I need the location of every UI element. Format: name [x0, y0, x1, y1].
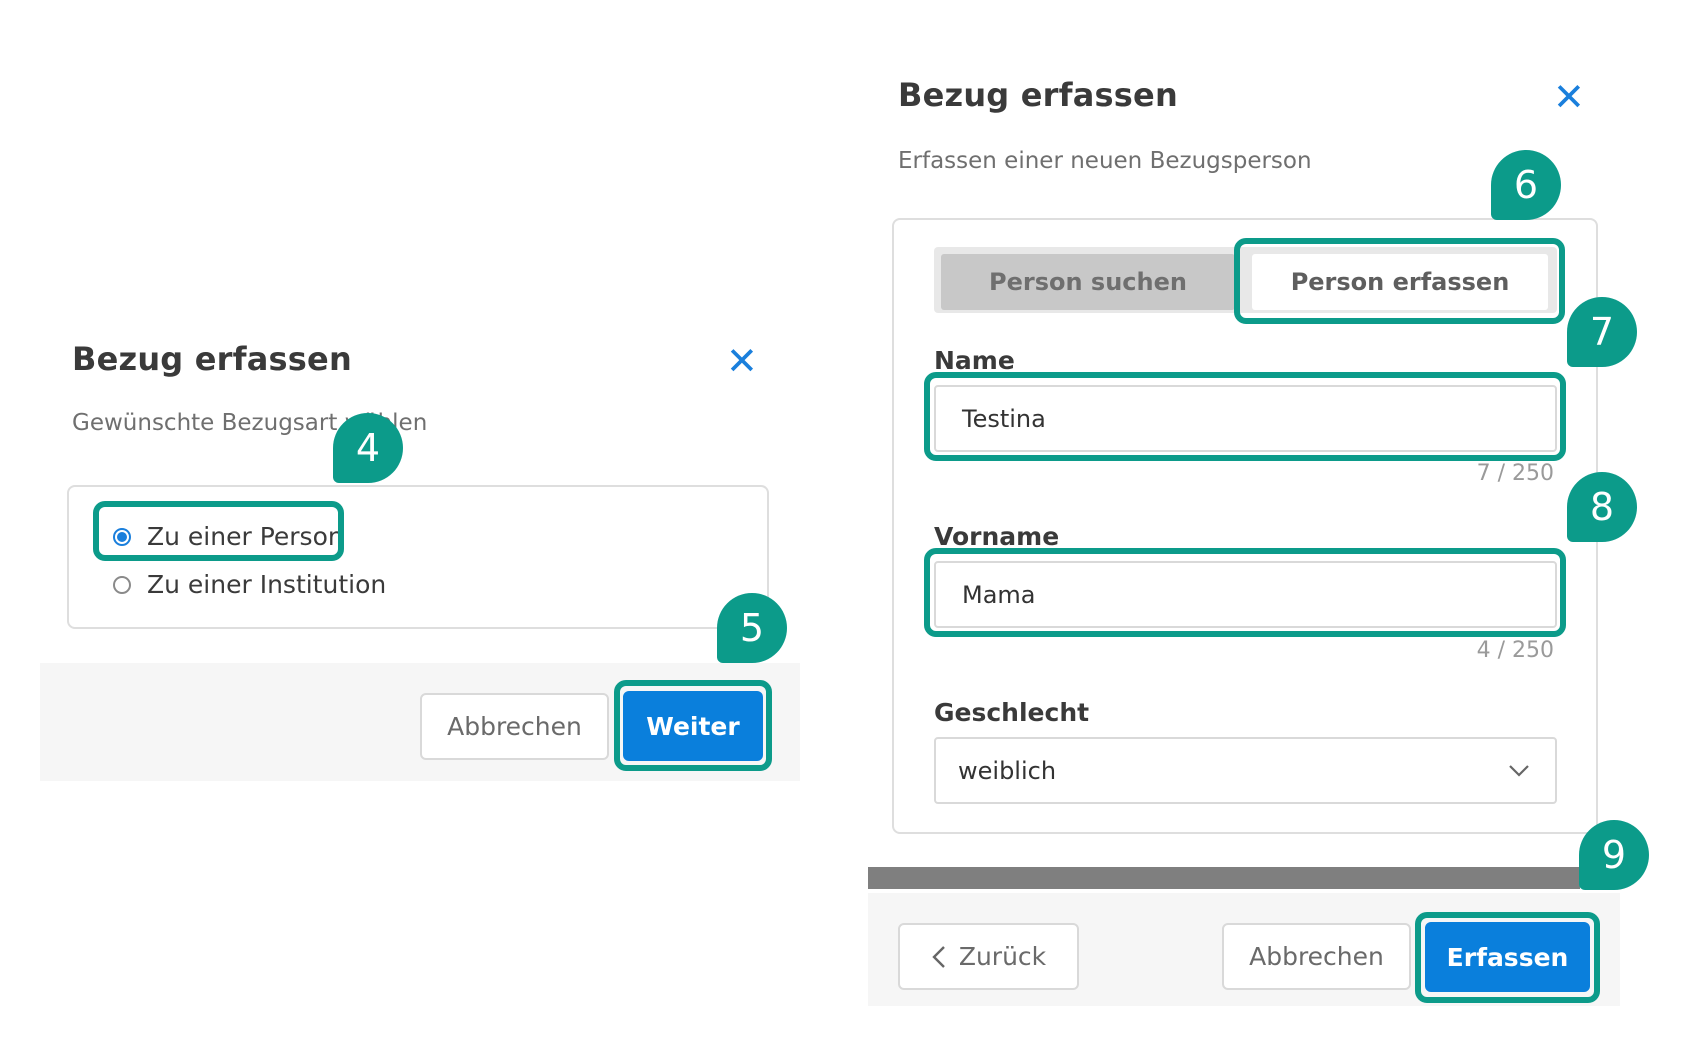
gender-select[interactable]: weiblich	[934, 737, 1557, 804]
back-button[interactable]: Zurück	[898, 923, 1079, 990]
radio-option-institution[interactable]: Zu einer Institution	[113, 570, 386, 599]
step-badge-5: 5	[717, 593, 787, 663]
firstname-counter: 4 / 250	[1476, 638, 1554, 663]
firstname-field[interactable]: Mama	[934, 561, 1557, 628]
radio-label-person: Zu einer Person	[147, 522, 344, 551]
option-card	[67, 485, 769, 629]
right-dialog-subtitle: Erfassen einer neuen Bezugsperson	[898, 148, 1312, 174]
right-close-icon[interactable]: ✕	[1553, 78, 1585, 116]
chevron-left-icon	[932, 945, 945, 968]
left-close-icon[interactable]: ✕	[726, 342, 758, 380]
next-button[interactable]: Weiter	[623, 691, 763, 761]
name-counter: 7 / 250	[1476, 461, 1554, 486]
step-badge-4: 4	[333, 413, 403, 483]
step-badge-7: 7	[1567, 297, 1637, 367]
gender-select-value: weiblich	[958, 756, 1057, 785]
step-badge-9: 9	[1579, 820, 1649, 890]
tab-person-suchen[interactable]: Person suchen	[941, 254, 1235, 310]
left-cancel-button[interactable]: Abbrechen	[420, 693, 609, 760]
name-field[interactable]: Testina	[934, 385, 1557, 452]
left-dialog-title: Bezug erfassen	[72, 340, 352, 378]
radio-unselected-icon[interactable]	[113, 575, 131, 594]
gender-label: Geschlecht	[934, 698, 1090, 727]
radio-option-person[interactable]: Zu einer Person	[113, 522, 344, 551]
right-dialog-title: Bezug erfassen	[898, 76, 1178, 114]
radio-label-institution: Zu einer Institution	[147, 570, 387, 599]
radio-selected-icon[interactable]	[113, 527, 131, 546]
step-badge-6: 6	[1491, 150, 1561, 220]
firstname-label: Vorname	[934, 522, 1060, 551]
submit-button[interactable]: Erfassen	[1425, 922, 1590, 992]
chevron-down-icon	[1509, 765, 1529, 777]
name-label: Name	[934, 346, 1015, 375]
horizontal-scrollbar[interactable]	[868, 867, 1580, 889]
step-badge-8: 8	[1567, 472, 1637, 542]
tab-person-erfassen[interactable]: Person erfassen	[1252, 254, 1548, 310]
back-button-label: Zurück	[958, 942, 1047, 971]
right-cancel-button[interactable]: Abbrechen	[1222, 923, 1411, 990]
